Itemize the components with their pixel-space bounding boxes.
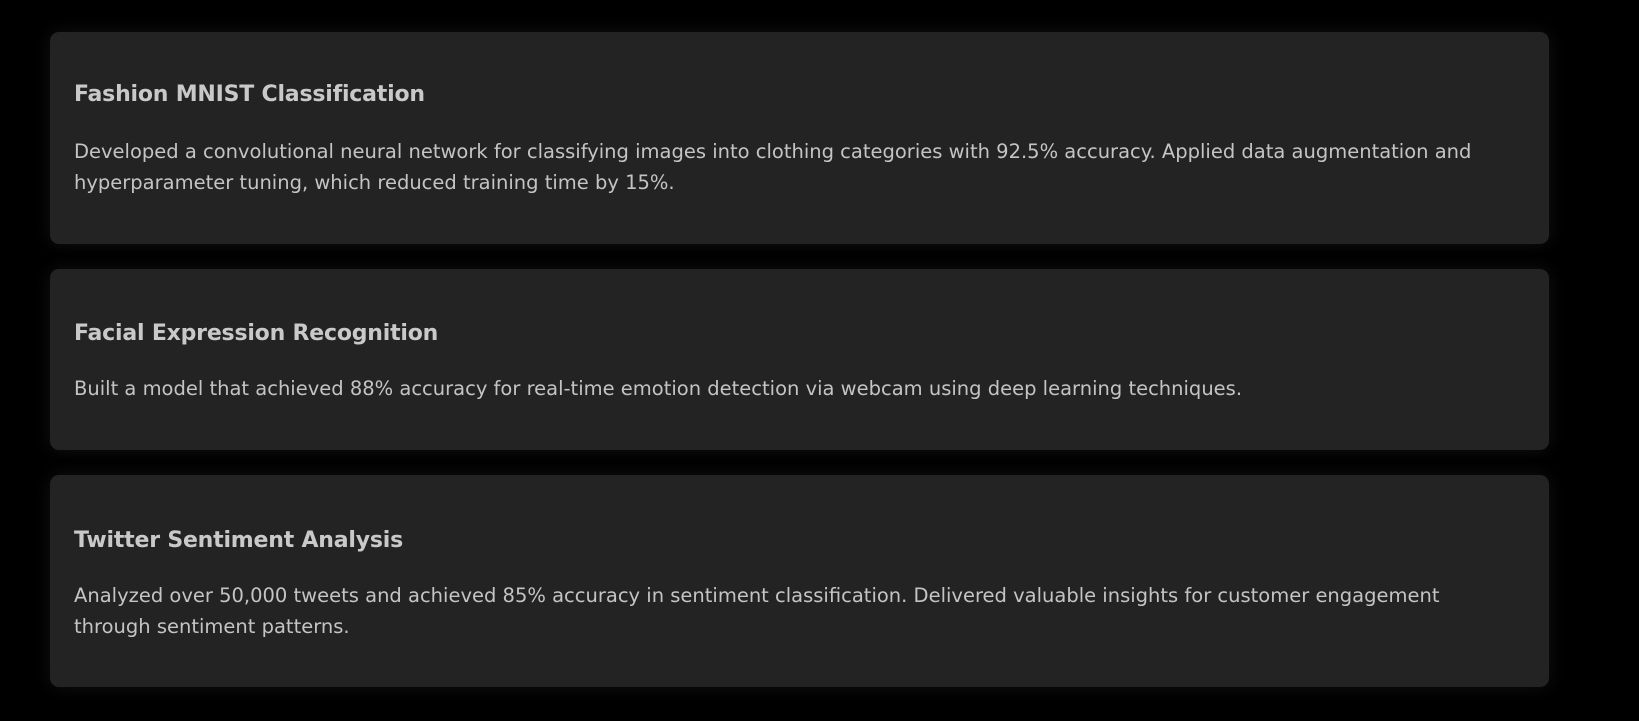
project-card-fashion-mnist: Fashion MNIST Classification Developed a… [50, 32, 1549, 244]
project-card-facial-expression: Facial Expression Recognition Built a mo… [50, 269, 1549, 450]
projects-list: Fashion MNIST Classification Developed a… [50, 32, 1549, 712]
project-title: Facial Expression Recognition [74, 321, 439, 346]
project-description: Developed a convolutional neural network… [74, 140, 1472, 194]
project-card-twitter-sentiment: Twitter Sentiment Analysis Analyzed over… [50, 475, 1549, 687]
project-title: Fashion MNIST Classification [74, 82, 425, 107]
project-title: Twitter Sentiment Analysis [74, 528, 404, 553]
project-description: Built a model that achieved 88% accuracy… [74, 377, 1243, 400]
project-description: Analyzed over 50,000 tweets and achieved… [74, 584, 1440, 638]
